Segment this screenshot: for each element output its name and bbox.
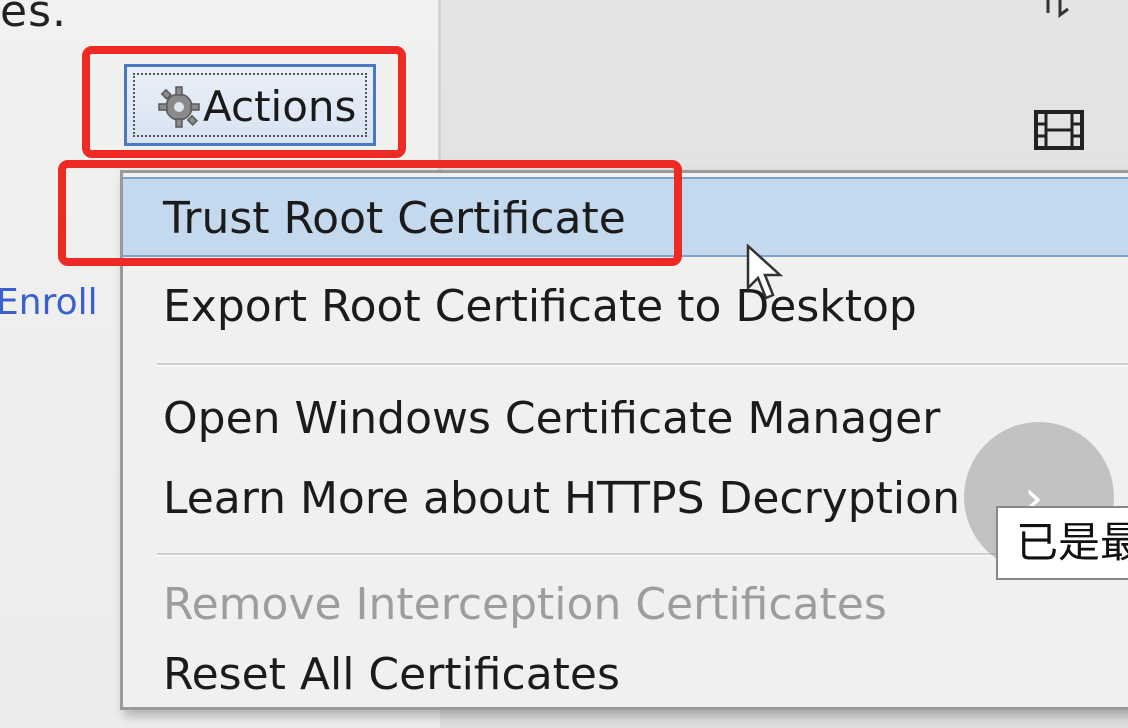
mouse-pointer-icon (746, 244, 784, 300)
description-text-fragment: es. (0, 0, 67, 37)
menu-item-remove-interception-certificates: Remove Interception Certificates (123, 565, 1128, 645)
menu-item-label: Open Windows Certificate Manager (163, 393, 941, 444)
panel-divider (438, 0, 441, 180)
film-strip-icon[interactable] (1034, 110, 1084, 150)
enroll-link[interactable]: Enroll (0, 282, 98, 323)
highlight-box-trust-root (58, 160, 682, 266)
highlight-box-actions (82, 46, 406, 158)
menu-item-label: Learn More about HTTPS Decryption (163, 473, 960, 524)
menu-separator (157, 553, 1128, 556)
tooltip-text: 已是最 (1016, 518, 1128, 567)
menu-item-reset-all-certificates[interactable]: Reset All Certificates (123, 635, 1128, 715)
menu-item-open-certificate-manager[interactable]: Open Windows Certificate Manager (123, 379, 1128, 459)
menu-separator (157, 363, 1128, 366)
menu-item-label: Reset All Certificates (163, 649, 620, 700)
menu-item-export-root-certificate[interactable]: Export Root Certificate to Desktop (123, 267, 1128, 347)
toolbar-partial-icon[interactable] (1040, 0, 1080, 30)
menu-item-label: Remove Interception Certificates (163, 579, 887, 630)
tooltip: 已是最 (996, 506, 1128, 580)
menu-item-label: Export Root Certificate to Desktop (163, 281, 917, 332)
